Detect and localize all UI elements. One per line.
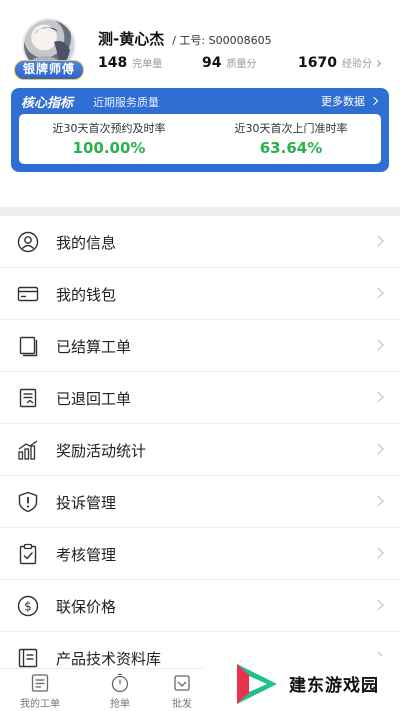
menu-item-warranty-price[interactable]: $ 联保价格: [0, 580, 400, 632]
user-circle-icon: [17, 231, 39, 253]
staff-id: / 工号: S00008605: [172, 34, 272, 47]
chevron-right-icon: [369, 96, 379, 106]
svg-text:$: $: [24, 600, 32, 614]
metric-value: 100.00%: [72, 139, 146, 157]
nav-label: 我的工单: [20, 699, 60, 710]
wallet-icon: [17, 286, 39, 302]
profile-header: 银牌师傅 测-黄心杰 / 工号: S00008605 148 完单量 94 质量…: [0, 0, 400, 88]
metric-onsite-rate: 近30天首次上门准时率 63.64%: [201, 120, 381, 157]
chevron-right-icon: [372, 599, 384, 611]
stat-experience[interactable]: 1670 经验分: [298, 55, 382, 71]
stat-label: 完单量: [132, 59, 163, 70]
menu-item-returned-orders[interactable]: 已退回工单: [0, 372, 400, 424]
clipboard-check-icon: [19, 543, 37, 565]
dollar-circle-icon: $: [17, 595, 39, 617]
menu-item-label: 联保价格: [56, 598, 117, 616]
core-metrics-card: 核心指标 近期服务质量 更多数据 近30天首次预约及时率 100.00% 近30…: [11, 88, 389, 172]
chevron-right-icon: [372, 547, 384, 559]
menu-item-label: 产品技术资料库: [56, 650, 162, 668]
menu-item-label: 已结算工单: [56, 338, 132, 356]
more-data-link[interactable]: 更多数据: [321, 93, 379, 109]
name-row: 测-黄心杰 / 工号: S00008605: [98, 28, 272, 50]
chevron-right-icon: [372, 391, 384, 403]
returned-orders-icon: [19, 388, 37, 408]
menu-item-label: 我的信息: [56, 234, 117, 252]
chevron-right-icon: [372, 339, 384, 351]
complaint-shield-icon: [18, 491, 38, 513]
metric-value: 63.64%: [259, 139, 323, 157]
stat-value: 148: [98, 55, 128, 71]
metric-appointment-rate: 近30天首次预约及时率 100.00%: [19, 120, 199, 157]
menu-item-assessment[interactable]: 考核管理: [0, 528, 400, 580]
section-divider: [0, 207, 400, 216]
menu-item-wallet[interactable]: 我的钱包: [0, 268, 400, 320]
chevron-right-icon: [372, 287, 384, 299]
watermark: 建东游戏园: [205, 656, 400, 711]
chevron-right-icon: [373, 59, 382, 68]
stat-orders: 148 完单量: [98, 55, 162, 71]
metric-label: 近30天首次预约及时率: [52, 122, 166, 135]
watermark-text: 建东游戏园: [289, 676, 379, 696]
user-name: 测-黄心杰: [98, 30, 165, 48]
core-metrics-subtitle: 近期服务质量: [93, 96, 159, 109]
nav-tab-grab-order[interactable]: 抢单: [88, 673, 152, 710]
menu-item-label: 奖励活动统计: [56, 442, 147, 460]
menu-item-label: 我的钱包: [56, 286, 117, 304]
menu-item-label: 已退回工单: [56, 390, 132, 408]
core-metrics-title: 核心指标: [21, 96, 74, 111]
avatar-container[interactable]: 银牌师傅: [14, 18, 84, 82]
chevron-right-icon: [372, 235, 384, 247]
settled-orders-icon: [19, 336, 38, 357]
menu-item-reward-stats[interactable]: 奖励活动统计: [0, 424, 400, 476]
menu-item-settled-orders[interactable]: 已结算工单: [0, 320, 400, 372]
nav-label: 抢单: [110, 699, 130, 710]
stat-label: 经验分: [341, 59, 372, 70]
document-library-icon: [18, 648, 38, 668]
stat-label: 质量分: [226, 59, 257, 70]
chevron-right-icon: [372, 443, 384, 455]
stopwatch-icon: [111, 673, 129, 693]
menu-item-label: 考核管理: [56, 546, 117, 564]
watermark-logo-icon: [237, 663, 277, 704]
stats-row: 148 完单量 94 质量分 1670 经验分: [98, 55, 388, 75]
core-metrics-panel: 近30天首次预约及时率 100.00% 近30天首次上门准时率 63.64%: [19, 114, 381, 164]
stat-value: 1670: [298, 55, 337, 71]
wholesale-icon: [174, 675, 190, 691]
stat-quality: 94 质量分: [202, 55, 256, 71]
level-badge: 银牌师傅: [14, 60, 84, 80]
nav-tab-my-orders[interactable]: 我的工单: [8, 673, 72, 710]
menu-item-my-info[interactable]: 我的信息: [0, 216, 400, 268]
menu-list: 我的信息 我的钱包 已结算工单 已退回工单 奖励活动统计 投诉管理 考核管理 $…: [0, 216, 400, 684]
stats-chart-icon: [18, 440, 38, 460]
stat-value: 94: [202, 55, 222, 71]
menu-item-label: 投诉管理: [56, 494, 117, 512]
more-data-label: 更多数据: [321, 95, 365, 108]
menu-item-complaints[interactable]: 投诉管理: [0, 476, 400, 528]
orders-icon: [31, 674, 49, 692]
metric-label: 近30天首次上门准时率: [234, 122, 348, 135]
chevron-right-icon: [372, 495, 384, 507]
